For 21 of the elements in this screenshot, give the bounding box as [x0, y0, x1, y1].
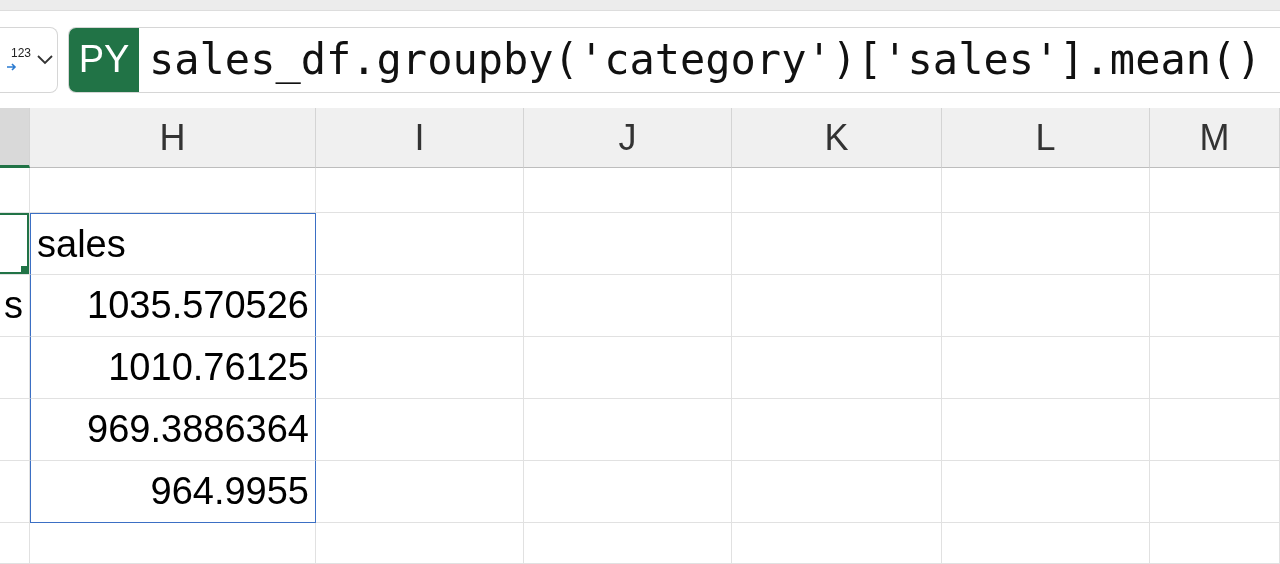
table-cell: 1010.76125: [30, 337, 316, 399]
python-badge: PY: [69, 27, 139, 92]
empty-cell: [0, 523, 30, 564]
table-cell: 969.3886364: [30, 399, 316, 461]
column-header[interactable]: H: [30, 108, 316, 168]
table-cell: 1035.570526: [30, 275, 316, 337]
name-box[interactable]: 123: [0, 26, 58, 93]
formula-text: sales_df.groupby('category')['sales'].mean(): [149, 35, 1262, 84]
column-header[interactable]: [0, 108, 30, 168]
table-cell: sales: [30, 213, 316, 275]
column-header[interactable]: I: [316, 108, 524, 168]
column-header[interactable]: M: [1150, 108, 1280, 168]
arrow-icon: [7, 61, 17, 72]
chevron-down-icon[interactable]: [37, 54, 53, 65]
table-cell: 964.9955: [30, 461, 316, 523]
column-header[interactable]: L: [942, 108, 1150, 168]
table-cell: s: [0, 275, 30, 337]
column-header[interactable]: K: [732, 108, 942, 168]
output-type-label: 123: [11, 45, 32, 60]
formula-bar[interactable]: PY sales_df.groupby('category')['sales'].mean(): [68, 26, 1280, 93]
column-header[interactable]: J: [524, 108, 732, 168]
